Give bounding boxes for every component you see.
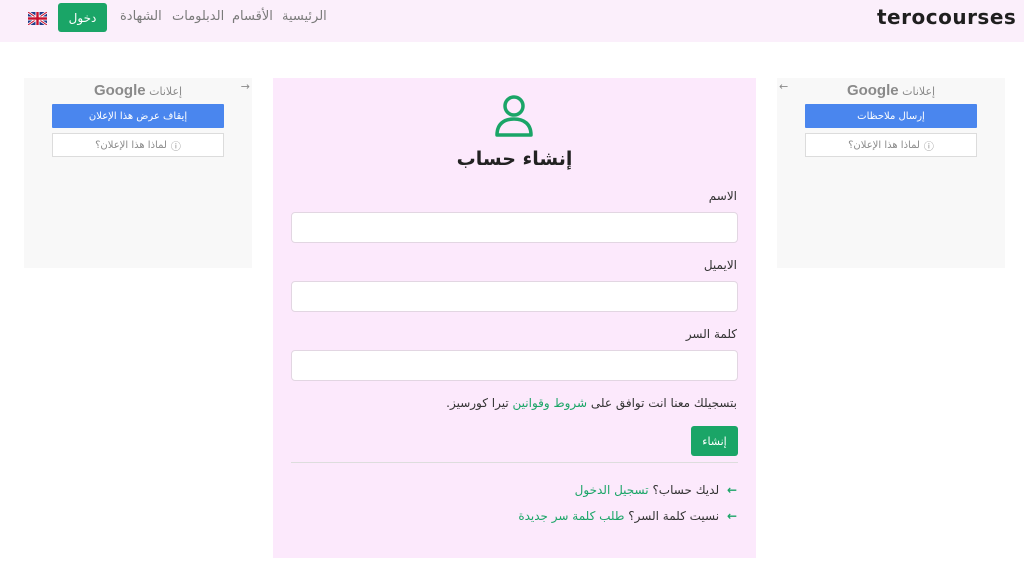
left-ad-panel: Google إعلانات → إيقاف عرض هذا الإعلان ل…	[24, 78, 252, 268]
nav-diplomas[interactable]: الدبلومات	[172, 9, 224, 24]
top-header: دخول الشهادة الدبلومات الأقسام الرئيسية …	[0, 0, 1024, 42]
have-account-text: لديك حساب؟	[652, 483, 720, 497]
send-feedback-button[interactable]: إرسال ملاحظات	[805, 104, 977, 128]
stop-ad-button[interactable]: إيقاف عرض هذا الإعلان	[52, 104, 224, 128]
password-input[interactable]	[291, 350, 738, 381]
google-brand: Google	[846, 82, 899, 99]
arrow-left-icon[interactable]: ←	[779, 80, 788, 93]
nav-sections[interactable]: الأقسام	[232, 9, 273, 24]
forgot-password-text: نسيت كلمة السر؟	[628, 509, 720, 523]
ad-label: إعلانات	[902, 85, 936, 98]
why-ad-label: لماذا هذا الإعلان؟	[848, 139, 920, 151]
terms-text: بتسجيلك معنا انت توافق على شروط وقوانين …	[446, 396, 737, 410]
create-account-button[interactable]: إنشاء	[691, 426, 738, 456]
nav-home[interactable]: الرئيسية	[282, 9, 327, 24]
info-icon: ⓘ	[923, 141, 934, 153]
have-account-row: ← لديك حساب؟ تسجيل الدخول	[575, 483, 737, 497]
name-input[interactable]	[291, 212, 738, 243]
login-link[interactable]: تسجيل الدخول	[575, 483, 649, 497]
nav-certificate[interactable]: الشهادة	[120, 9, 162, 24]
divider	[291, 462, 738, 463]
arrow-left-icon: ←	[726, 509, 737, 523]
ad-header: Google إعلانات	[777, 82, 1005, 99]
signup-card: إنشاء حساب الاسم الايميل كلمة السر بتسجي…	[273, 78, 756, 558]
site-logo[interactable]: terocourses	[877, 5, 1016, 29]
page-title: إنشاء حساب	[456, 148, 573, 170]
uk-flag-icon[interactable]	[28, 12, 47, 25]
email-input[interactable]	[291, 281, 738, 312]
info-icon: ⓘ	[170, 141, 181, 153]
arrow-right-icon[interactable]: →	[241, 80, 250, 93]
terms-suffix: تيرا كورسيز.	[446, 396, 509, 410]
name-label: الاسم	[708, 189, 737, 203]
terms-link[interactable]: شروط وقوانين	[513, 396, 588, 410]
ad-header: Google إعلانات	[24, 82, 252, 99]
terms-prefix: بتسجيلك معنا انت توافق على	[590, 396, 737, 410]
why-ad-label: لماذا هذا الإعلان؟	[95, 139, 167, 151]
login-button[interactable]: دخول	[58, 3, 107, 32]
forgot-password-row: ← نسيت كلمة السر؟ طلب كلمة سر جديدة	[518, 509, 737, 523]
email-label: الايميل	[703, 258, 737, 272]
why-ad-button[interactable]: لماذا هذا الإعلان؟ ⓘ	[805, 133, 977, 157]
google-brand: Google	[93, 82, 146, 99]
reset-password-link[interactable]: طلب كلمة سر جديدة	[518, 509, 624, 523]
arrow-left-icon: ←	[726, 483, 737, 497]
password-label: كلمة السر	[685, 327, 737, 341]
ad-label: إعلانات	[149, 85, 183, 98]
why-ad-button[interactable]: لماذا هذا الإعلان؟ ⓘ	[52, 133, 224, 157]
user-icon	[495, 95, 533, 137]
right-ad-panel: Google إعلانات ← إرسال ملاحظات لماذا هذا…	[777, 78, 1005, 268]
